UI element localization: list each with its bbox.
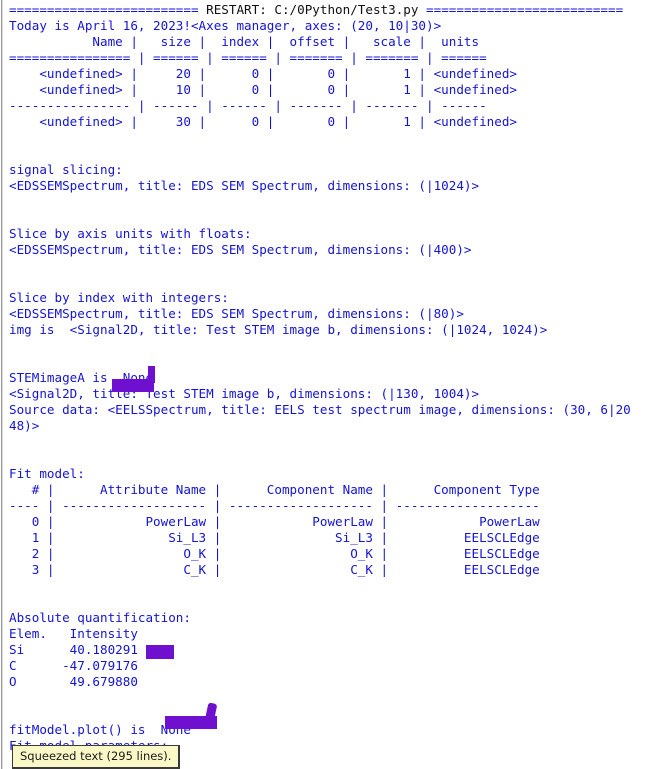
quantification-table-row: O 49.679880 [9, 674, 138, 689]
fit-model-table-row: 1 | Si_L3 | Si_L3 | EELSCLEdge [9, 530, 540, 545]
fit-model-table-row: 2 | O_K | O_K | EELSCLEdge [9, 546, 540, 561]
fit-model-table-header: # | Attribute Name | Component Name | Co… [9, 482, 540, 497]
axes-table-header-rule: ================ | ====== | ====== | ===… [9, 50, 487, 65]
restart-keyword: RESTART: C:/0Python/Test3.py [198, 2, 427, 17]
axes-table-row: <undefined> | 20 | 0 | 0 | 1 | <undefine… [9, 66, 517, 81]
axes-table-row: <undefined> | 10 | 0 | 0 | 1 | <undefine… [9, 82, 517, 97]
section-label-signal-slicing: signal slicing: [9, 162, 123, 177]
output-line-stemimagea: STEMimageA is None [9, 370, 154, 385]
fit-model-table-row: 0 | PowerLaw | PowerLaw | PowerLaw [9, 514, 540, 529]
output-line: img is <Signal2D, title: Test STEM image… [9, 322, 548, 337]
output-line: Today is April 16, 2023!<Axes manager, a… [9, 18, 442, 33]
output-line: <Signal2D, title: Test STEM image b, dim… [9, 386, 480, 401]
fit-model-table-rule: ---- | ------------------- | -----------… [9, 498, 540, 513]
squeezed-text-container: Squeezed text (295 lines). [12, 745, 181, 769]
restart-separator-line: ========================= RESTART: C:/0P… [9, 2, 670, 18]
quantification-table-row: Si 40.180291 [9, 642, 138, 657]
output-line-source-data: Source data: <EELSSpectrum, title: EELS … [9, 402, 631, 417]
squeezed-text-button[interactable]: Squeezed text (295 lines). [12, 745, 181, 769]
output-line: <EDSSEMSpectrum, title: EDS SEM Spectrum… [9, 242, 472, 257]
idle-shell-window: ========================= RESTART: C:/0P… [0, 0, 670, 769]
output-line-source-data-wrap: 48)> [9, 418, 40, 433]
section-label-slice-index: Slice by index with integers: [9, 290, 229, 305]
axes-table-header: Name | size | index | offset | scale | u… [9, 34, 480, 49]
fit-model-table-row: 3 | C_K | C_K | EELSCLEdge [9, 562, 540, 577]
axes-table-row: <undefined> | 30 | 0 | 0 | 1 | <undefine… [9, 114, 517, 129]
section-label-fit-model: Fit model: [9, 466, 85, 481]
restart-equals-suffix: ========================== [426, 2, 624, 17]
axes-table-divider: ---------------- | ------ | ------ | ---… [9, 98, 487, 113]
output-line-fitmodel-plot: fitModel.plot() is None [9, 722, 191, 737]
quantification-table-header: Elem. Intensity [9, 626, 138, 641]
shell-output-console[interactable]: ========================= RESTART: C:/0P… [3, 0, 670, 769]
output-line: <EDSSEMSpectrum, title: EDS SEM Spectrum… [9, 306, 464, 321]
quantification-table-row: C -47.079176 [9, 658, 138, 673]
section-label-slice-units: Slice by axis units with floats: [9, 226, 252, 241]
restart-equals-prefix: ========================= [9, 2, 199, 17]
section-label-quantification: Absolute quantification: [9, 610, 191, 625]
output-line: <EDSSEMSpectrum, title: EDS SEM Spectrum… [9, 178, 480, 193]
